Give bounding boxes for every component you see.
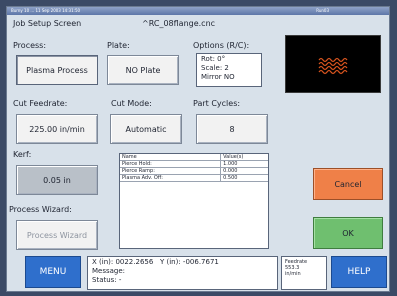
coordinate-readout: X (in): 0022.2656 Y (in): -006.7671 bbox=[92, 258, 273, 267]
part-cycles-label: Part Cycles: bbox=[193, 99, 241, 108]
options-rotation: Rot: 0° bbox=[201, 55, 226, 63]
kerf-label: Kerf: bbox=[13, 150, 32, 159]
status-line: Status: - bbox=[92, 276, 122, 284]
cut-mode-label: Cut Mode: bbox=[111, 99, 152, 108]
message-line: Message: bbox=[92, 267, 126, 275]
cut-mode-button[interactable]: Automatic bbox=[110, 114, 182, 144]
options-label: Options (R/C): bbox=[193, 41, 250, 50]
kerf-button[interactable]: 0.05 in bbox=[16, 165, 98, 195]
table-row[interactable]: Pierce Ramp: 0.000 bbox=[120, 167, 268, 175]
cut-feedrate-button[interactable]: 225.00 in/min bbox=[16, 114, 98, 144]
process-wizard-label: Process Wizard: bbox=[9, 205, 72, 214]
part-cycles-button[interactable]: 8 bbox=[196, 114, 268, 144]
process-wizard-button[interactable]: Process Wizard bbox=[16, 220, 98, 250]
status-panel: X (in): 0022.2656 Y (in): -006.7671 Mess… bbox=[87, 256, 278, 290]
x-coordinate: X (in): 0022.2656 bbox=[92, 258, 154, 266]
param-value: 0.500 bbox=[220, 174, 268, 182]
options-mirror: Mirror NO bbox=[201, 73, 235, 81]
process-label: Process: bbox=[13, 41, 47, 50]
part-preview bbox=[285, 35, 381, 93]
process-button[interactable]: Plasma Process bbox=[16, 55, 98, 85]
feedrate-unit: in/min bbox=[285, 271, 301, 277]
param-value: 1.000 bbox=[220, 160, 268, 168]
flange-pattern-graphic bbox=[318, 57, 348, 75]
process-parameters-table[interactable]: Name Value(s) Pierce Hold: 1.000 Pierce … bbox=[119, 153, 269, 249]
window-title: Burny 10 ... 11 Sep 2003 14:31:50 bbox=[11, 8, 81, 13]
param-name: Plasma Adv. Off: bbox=[120, 174, 222, 182]
feedrate-readout: Feedrate 553.3 in/min bbox=[281, 256, 327, 290]
plate-label: Plate: bbox=[107, 41, 130, 50]
param-name: Pierce Ramp: bbox=[120, 167, 222, 175]
param-name: Pierce Hold: bbox=[120, 160, 222, 168]
menu-button[interactable]: MENU bbox=[25, 256, 81, 288]
cut-feedrate-label: Cut Feedrate: bbox=[13, 99, 68, 108]
param-value: 0.000 bbox=[220, 167, 268, 175]
job-setup-window: Burny 10 ... 11 Sep 2003 14:31:50 Run03 … bbox=[6, 6, 390, 292]
screen-title: Job Setup Screen bbox=[13, 19, 82, 28]
y-coordinate: Y (in): -006.7671 bbox=[160, 258, 219, 266]
options-panel[interactable]: Rot: 0° Scale: 2 Mirror NO bbox=[196, 53, 262, 87]
cancel-button[interactable]: Cancel bbox=[313, 168, 383, 200]
ok-button[interactable]: OK bbox=[313, 217, 383, 249]
options-scale: Scale: 2 bbox=[201, 64, 229, 72]
table-row[interactable]: Pierce Hold: 1.000 bbox=[120, 160, 268, 168]
window-run-label: Run03 bbox=[316, 8, 329, 13]
plate-button[interactable]: NO Plate bbox=[107, 55, 179, 85]
table-row[interactable]: Plasma Adv. Off: 0.500 bbox=[120, 174, 268, 182]
job-filename: ^RC_08flange.cnc bbox=[142, 19, 216, 28]
help-button[interactable]: HELP bbox=[331, 256, 387, 288]
window-title-bar: Burny 10 ... 11 Sep 2003 14:31:50 Run03 bbox=[7, 7, 389, 15]
